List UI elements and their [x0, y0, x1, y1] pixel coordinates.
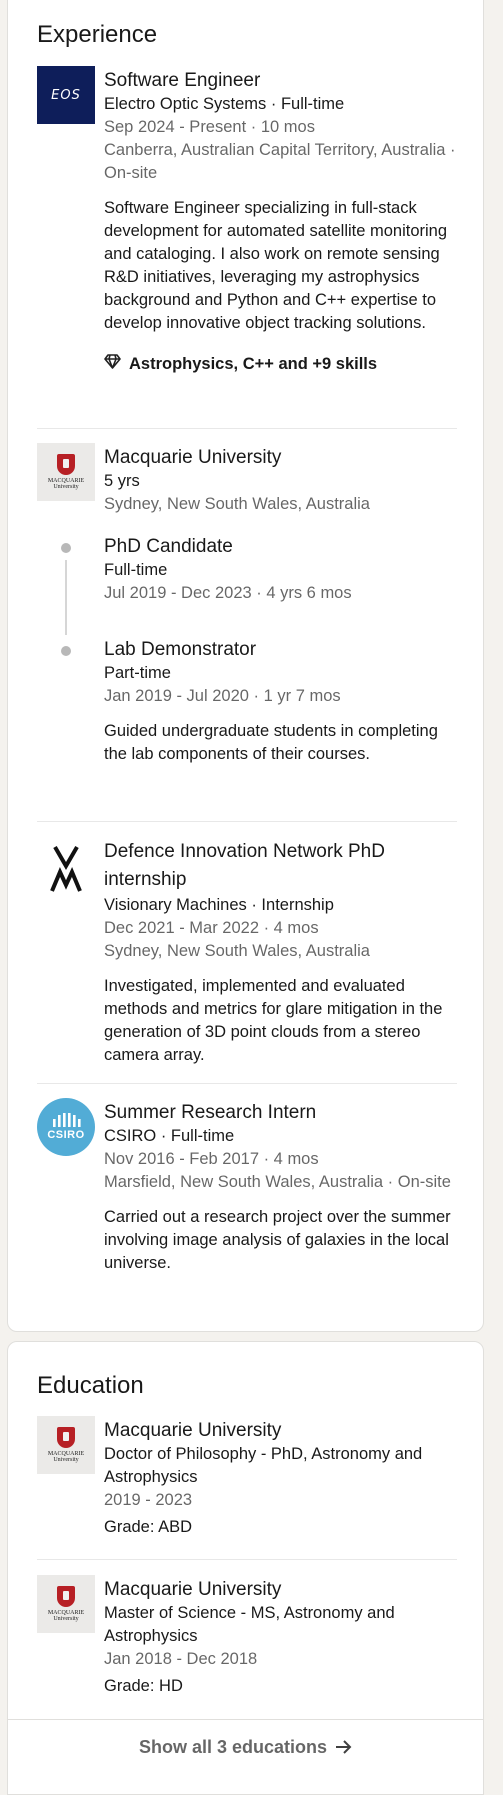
role-title: PhD Candidate — [104, 536, 233, 557]
skills-link[interactable]: Astrophysics, C++ and +9 skills — [104, 354, 459, 374]
job-description: Software Engineer specializing in full-s… — [104, 199, 448, 332]
experience-item-csiro-intern[interactable]: CSIRO Summer Research Intern CSIRO · Ful… — [37, 1098, 457, 1318]
role-type: Full-time — [104, 561, 168, 579]
divider — [37, 1559, 457, 1560]
education-item-ms[interactable]: MACQUARIE University Macquarie Universit… — [37, 1575, 457, 1705]
job-title: Summer Research Intern — [104, 1102, 317, 1123]
degree: Doctor of Philosophy - PhD, Astronomy an… — [104, 1445, 423, 1486]
macquarie-shield-icon — [57, 1586, 75, 1607]
arrow-right-icon — [335, 1740, 352, 1754]
role-description: Guided undergraduate students in complet… — [104, 722, 438, 763]
school-name: Macquarie University — [104, 1420, 282, 1441]
divider — [37, 821, 457, 822]
macquarie-logo[interactable]: MACQUARIE University — [37, 1575, 95, 1633]
macquarie-logo-text: MACQUARIE University — [47, 1451, 85, 1463]
role-lab-demonstrator[interactable]: Lab Demonstrator Part-time Jan 2019 - Ju… — [104, 637, 459, 766]
experience-section: Experience EOS Software Engineer Electro… — [7, 0, 484, 1332]
macquarie-logo-text: MACQUARIE University — [47, 1610, 85, 1622]
degree: Master of Science - MS, Astronomy and As… — [104, 1604, 395, 1645]
role-title: Lab Demonstrator — [104, 639, 257, 660]
education-section: Education MACQUARIE University Macquarie… — [7, 1341, 484, 1795]
role-dates: Jul 2019 - Dec 2023 · 4 yrs 6 mos — [104, 584, 352, 602]
job-title: Defence Innovation Network PhD internshi… — [104, 841, 385, 890]
role-type: Part-time — [104, 664, 171, 682]
timeline-dot — [61, 543, 71, 553]
role-dates: Jan 2019 - Jul 2020 · 1 yr 7 mos — [104, 687, 341, 705]
csiro-bars-icon — [53, 1113, 81, 1127]
timeline-line — [65, 560, 67, 635]
education-dates: 2019 - 2023 — [104, 1491, 193, 1509]
experience-item-software-engineer[interactable]: EOS Software Engineer Electro Optic Syst… — [37, 66, 457, 406]
job-description: Investigated, implemented and evaluated … — [104, 977, 443, 1064]
timeline-dot — [61, 646, 71, 656]
company-location: Sydney, New South Wales, Australia — [104, 495, 370, 513]
skills-label: Astrophysics, C++ and +9 skills — [129, 354, 378, 373]
company-line: CSIRO · Full-time — [104, 1127, 235, 1145]
job-location: Sydney, New South Wales, Australia — [104, 942, 370, 960]
job-dates: Dec 2021 - Mar 2022 · 4 mos — [104, 919, 319, 937]
education-heading: Education — [37, 1372, 144, 1399]
company-duration: 5 yrs — [104, 472, 140, 490]
macquarie-logo[interactable]: MACQUARIE University — [37, 1416, 95, 1474]
job-title: Software Engineer — [104, 70, 261, 91]
company-line: Electro Optic Systems · Full-time — [104, 95, 345, 113]
visionary-machines-icon — [50, 845, 82, 892]
csiro-logo-text: CSIRO — [47, 1129, 85, 1141]
show-all-label: Show all 3 educations — [138, 1736, 328, 1757]
eos-logo-text: EOS — [51, 87, 81, 103]
school-name: Macquarie University — [104, 1579, 282, 1600]
csiro-logo[interactable]: CSIRO — [37, 1098, 95, 1156]
job-location: Canberra, Australian Capital Territory, … — [104, 141, 456, 182]
show-all-educations-button[interactable]: Show all 3 educations — [8, 1719, 483, 1774]
grade: Grade: ABD — [104, 1518, 193, 1536]
grade: Grade: HD — [104, 1677, 183, 1695]
role-phd-candidate[interactable]: PhD Candidate Full-time Jul 2019 - Dec 2… — [104, 534, 459, 605]
experience-heading: Experience — [37, 21, 158, 48]
experience-item-defence-internship[interactable]: Defence Innovation Network PhD internshi… — [37, 838, 457, 1078]
education-dates: Jan 2018 - Dec 2018 — [104, 1650, 258, 1668]
experience-group-macquarie[interactable]: MACQUARIE University Macquarie Universit… — [37, 443, 457, 803]
education-item-phd[interactable]: MACQUARIE University Macquarie Universit… — [37, 1416, 457, 1546]
eos-logo[interactable]: EOS — [37, 66, 95, 124]
job-description: Carried out a research project over the … — [104, 1208, 451, 1272]
divider — [37, 1083, 457, 1084]
visionary-machines-logo[interactable] — [37, 840, 95, 898]
company-line: Visionary Machines · Internship — [104, 896, 334, 914]
job-location: Marsfield, New South Wales, Australia · … — [104, 1173, 451, 1191]
macquarie-shield-icon — [57, 454, 75, 475]
macquarie-logo[interactable]: MACQUARIE University — [37, 443, 95, 501]
job-dates: Nov 2016 - Feb 2017 · 4 mos — [104, 1150, 319, 1168]
macquarie-shield-icon — [57, 1427, 75, 1448]
company-name: Macquarie University — [104, 447, 282, 468]
diamond-icon — [104, 354, 121, 374]
divider — [37, 428, 457, 429]
job-dates: Sep 2024 - Present · 10 mos — [104, 118, 315, 136]
macquarie-logo-text: MACQUARIE University — [47, 478, 85, 490]
